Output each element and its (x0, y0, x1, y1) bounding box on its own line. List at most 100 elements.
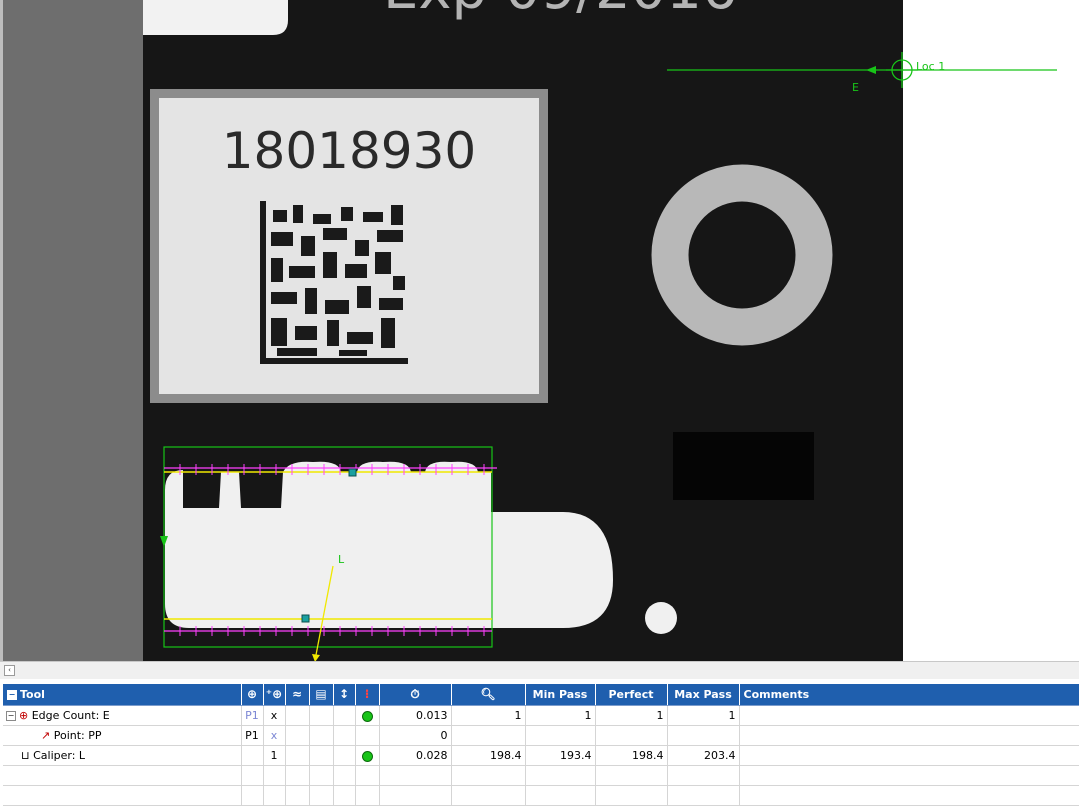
pane-splitter[interactable]: ‹ (0, 661, 1079, 679)
empty-cell[interactable] (309, 765, 334, 786)
empty-cell[interactable] (309, 785, 334, 806)
status-cell (355, 705, 380, 726)
empty-cell[interactable] (333, 785, 356, 806)
result-cell: 1 (451, 705, 526, 726)
minus-box-icon[interactable]: − (7, 690, 17, 700)
column-header-max-pass[interactable]: Max Pass (667, 684, 740, 706)
min-pass-cell[interactable] (525, 725, 596, 746)
caliper-bottom-handle[interactable] (301, 614, 310, 623)
sort-cell[interactable] (333, 705, 356, 726)
sort-cell[interactable] (333, 725, 356, 746)
empty-cell[interactable] (451, 765, 526, 786)
max-pass-cell[interactable]: 1 (667, 705, 740, 726)
add-locator-icon: ⁺⊕ (265, 687, 283, 701)
min-pass-cell[interactable]: 1 (525, 705, 596, 726)
column-header-chart[interactable]: ≈ (285, 684, 310, 706)
empty-cell[interactable] (667, 765, 740, 786)
table-row-empty[interactable] (3, 785, 1079, 806)
empty-cell[interactable] (739, 765, 1079, 786)
comments-cell[interactable] (739, 705, 1079, 726)
tool-name: Point: PP (53, 729, 102, 742)
table-row-edge-count[interactable]: − ⊕ Edge Count: E P1 x 0.013 1 1 1 1 (3, 705, 1079, 726)
camera-image[interactable]: Exp 09/2016 18018930 (143, 0, 903, 661)
locator-cell[interactable] (241, 745, 264, 766)
empty-cell[interactable] (285, 785, 310, 806)
comments-cell[interactable] (739, 725, 1079, 746)
status-cell (355, 745, 380, 766)
empty-cell[interactable] (525, 765, 596, 786)
empty-cell[interactable] (595, 765, 668, 786)
max-pass-cell[interactable]: 203.4 (667, 745, 740, 766)
image-corner-shape (143, 0, 288, 35)
tool-name-cell[interactable]: ↗ Point: PP (3, 725, 242, 746)
locator-cell[interactable]: P1 (241, 725, 264, 746)
empty-cell[interactable] (285, 765, 310, 786)
column-header-sort[interactable]: ↕ (333, 684, 356, 706)
chart-cell[interactable] (285, 745, 310, 766)
x-cell[interactable]: x (263, 725, 286, 746)
caliper-top-handle[interactable] (348, 468, 357, 477)
fixture-cell[interactable] (309, 705, 334, 726)
empty-cell[interactable] (525, 785, 596, 806)
empty-cell[interactable] (739, 785, 1079, 806)
table-row-empty[interactable] (3, 765, 1079, 786)
empty-cell[interactable] (263, 765, 286, 786)
empty-cell[interactable] (241, 765, 264, 786)
max-pass-cell[interactable] (667, 725, 740, 746)
empty-cell[interactable] (667, 785, 740, 806)
empty-cell[interactable] (3, 785, 242, 806)
empty-cell[interactable] (3, 765, 242, 786)
empty-cell[interactable] (379, 765, 452, 786)
empty-cell[interactable] (355, 785, 380, 806)
min-pass-cell[interactable]: 193.4 (525, 745, 596, 766)
x-cell[interactable]: 1 (263, 745, 286, 766)
tool-name-cell[interactable]: ⊔ Caliper: L (3, 745, 242, 766)
column-header-perfect[interactable]: Perfect (595, 684, 668, 706)
caliper-label: L (338, 553, 345, 566)
perfect-cell[interactable]: 198.4 (595, 745, 668, 766)
column-header-status[interactable]: ⁝ (355, 684, 380, 706)
sort-cell[interactable] (333, 745, 356, 766)
empty-cell[interactable] (451, 785, 526, 806)
empty-cell[interactable] (263, 785, 286, 806)
empty-cell[interactable] (333, 765, 356, 786)
tool-table: − Tool ⊕ ⁺⊕ ≈ ▤ ↕ ⁝ ⏱ 🔍︎ Min Pass Perfect… (3, 684, 1079, 806)
comments-cell[interactable] (739, 745, 1079, 766)
perfect-cell[interactable]: 1 (595, 705, 668, 726)
locator-cell[interactable]: P1 (241, 705, 264, 726)
x-cell[interactable]: x (263, 705, 286, 726)
tool-results-grid[interactable]: − Tool ⊕ ⁺⊕ ≈ ▤ ↕ ⁝ ⏱ 🔍︎ Min Pass Perfect… (3, 684, 1079, 808)
pass-status-icon (361, 710, 373, 722)
datamatrix-code (260, 201, 408, 364)
chart-cell[interactable] (285, 705, 310, 726)
empty-cell[interactable] (241, 785, 264, 806)
column-header-result[interactable]: 🔍︎ (451, 684, 526, 706)
splitter-collapse-button[interactable]: ‹ (4, 665, 15, 676)
fixture-cell[interactable] (309, 745, 334, 766)
column-header-add-locator[interactable]: ⁺⊕ (263, 684, 286, 706)
expiry-text: Exp 09/2016 (383, 0, 738, 22)
empty-cell[interactable] (379, 785, 452, 806)
perfect-cell[interactable] (595, 725, 668, 746)
column-header-comments[interactable]: Comments (739, 684, 1079, 706)
column-header-tool[interactable]: − Tool (3, 684, 242, 706)
collapse-toggle[interactable]: − (6, 711, 16, 721)
fixture-cell[interactable] (309, 725, 334, 746)
column-header-fixture[interactable]: ▤ (309, 684, 334, 706)
column-header-min-pass[interactable]: Min Pass (525, 684, 596, 706)
table-row-point[interactable]: ↗ Point: PP P1 x 0 (3, 725, 1079, 746)
empty-cell[interactable] (595, 785, 668, 806)
tool-name: Edge Count: E (31, 709, 110, 722)
label-number: 18018930 (222, 122, 477, 180)
column-header-time[interactable]: ⏱ (379, 684, 452, 706)
empty-cell[interactable] (355, 765, 380, 786)
tool-name-cell[interactable]: − ⊕ Edge Count: E (3, 705, 242, 726)
dark-patch (673, 432, 814, 500)
chart-cell[interactable] (285, 725, 310, 746)
column-header-locator[interactable]: ⊕ (241, 684, 264, 706)
small-hole (645, 602, 677, 634)
locator-label: Loc 1 (916, 60, 945, 73)
edge-marker-label: E (852, 81, 859, 94)
point-icon: ↗ (41, 729, 51, 742)
table-row-caliper[interactable]: ⊔ Caliper: L 1 0.028 198.4 193.4 198.4 2… (3, 745, 1079, 766)
